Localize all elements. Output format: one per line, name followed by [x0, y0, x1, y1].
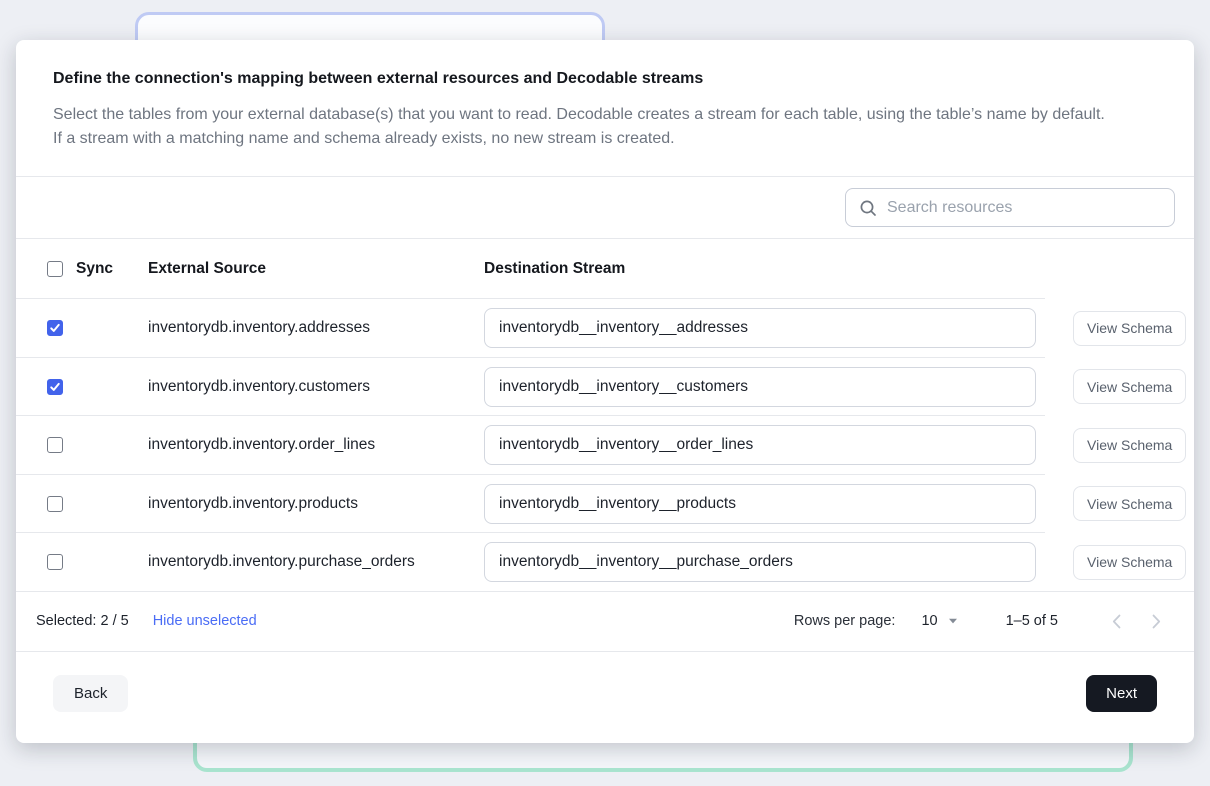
- external-source-cell: inventorydb.inventory.purchase_orders: [148, 553, 484, 571]
- select-all-checkbox[interactable]: [47, 261, 63, 277]
- table-row: inventorydb.inventory.products View Sche…: [16, 475, 1194, 534]
- view-schema-button[interactable]: View Schema: [1073, 545, 1186, 580]
- chevron-right-icon: [1152, 614, 1161, 629]
- row-sync-checkbox[interactable]: [47, 437, 63, 453]
- row-sync-checkbox[interactable]: [47, 379, 63, 395]
- table-row: inventorydb.inventory.customers View Sch…: [16, 358, 1194, 417]
- sync-column-header: Sync: [76, 260, 113, 278]
- previous-page-button[interactable]: [1104, 609, 1128, 633]
- destination-stream-input[interactable]: [484, 542, 1036, 582]
- external-source-cell: inventorydb.inventory.order_lines: [148, 436, 484, 454]
- dialog-header: Define the connection's mapping between …: [16, 40, 1194, 177]
- rows-per-page-label: Rows per page:: [794, 613, 896, 629]
- table-header-row: Sync External Source Destination Stream: [16, 239, 1194, 299]
- row-sync-checkbox[interactable]: [47, 496, 63, 512]
- destination-stream-input[interactable]: [484, 484, 1036, 524]
- external-source-cell: inventorydb.inventory.customers: [148, 378, 484, 396]
- destination-stream-input[interactable]: [484, 308, 1036, 348]
- caret-down-icon: [948, 618, 958, 624]
- search-row: [16, 177, 1194, 239]
- selected-count: Selected: 2 / 5: [36, 613, 129, 629]
- table-body: inventorydb.inventory.addresses View Sch…: [16, 299, 1194, 592]
- pagination-row: Selected: 2 / 5 Hide unselected Rows per…: [16, 592, 1194, 652]
- dialog-footer: Back Next: [16, 652, 1194, 744]
- table-row: inventorydb.inventory.purchase_orders Vi…: [16, 533, 1194, 592]
- next-button[interactable]: Next: [1086, 675, 1157, 712]
- search-icon: [859, 199, 877, 217]
- dialog-subtitle: Select the tables from your external dat…: [53, 103, 1118, 151]
- row-sync-checkbox[interactable]: [47, 554, 63, 570]
- view-schema-button[interactable]: View Schema: [1073, 311, 1186, 346]
- row-sync-checkbox[interactable]: [47, 320, 63, 336]
- external-source-column-header: External Source: [148, 260, 484, 278]
- view-schema-button[interactable]: View Schema: [1073, 486, 1186, 521]
- view-schema-button[interactable]: View Schema: [1073, 369, 1186, 404]
- search-box[interactable]: [845, 188, 1175, 227]
- rows-per-page-value: 10: [921, 613, 937, 629]
- destination-stream-input[interactable]: [484, 425, 1036, 465]
- chevron-left-icon: [1112, 614, 1121, 629]
- table-row: inventorydb.inventory.order_lines View S…: [16, 416, 1194, 475]
- external-source-cell: inventorydb.inventory.addresses: [148, 319, 484, 337]
- table-row: inventorydb.inventory.addresses View Sch…: [16, 299, 1194, 358]
- destination-stream-column-header: Destination Stream: [484, 260, 1073, 278]
- rows-per-page-select[interactable]: 10: [921, 613, 957, 629]
- connection-mapping-dialog: Define the connection's mapping between …: [16, 40, 1194, 743]
- external-source-cell: inventorydb.inventory.products: [148, 495, 484, 513]
- view-schema-button[interactable]: View Schema: [1073, 428, 1186, 463]
- back-button[interactable]: Back: [53, 675, 128, 712]
- destination-stream-input[interactable]: [484, 367, 1036, 407]
- dialog-title: Define the connection's mapping between …: [53, 70, 1118, 88]
- next-page-button[interactable]: [1144, 609, 1168, 633]
- hide-unselected-link[interactable]: Hide unselected: [153, 613, 257, 629]
- page-range-label: 1–5 of 5: [1006, 613, 1058, 629]
- search-input[interactable]: [887, 199, 1161, 217]
